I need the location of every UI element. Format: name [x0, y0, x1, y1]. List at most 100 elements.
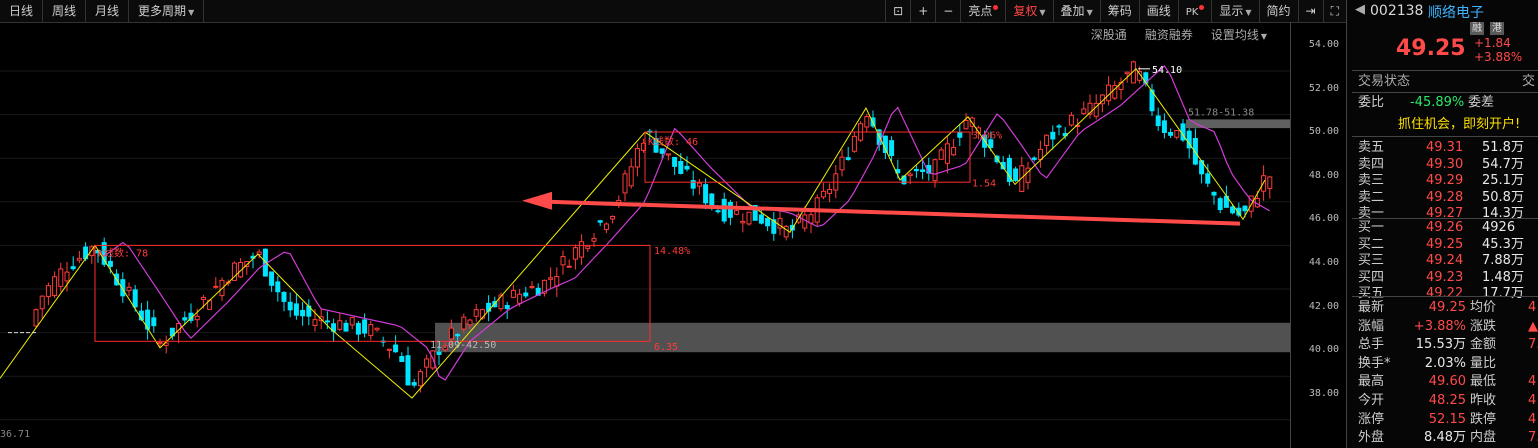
stock-name[interactable]: 顺络电子: [1428, 2, 1484, 22]
highlight-button[interactable]: 亮点: [960, 0, 1005, 22]
chart-subbar: 深股通 融资融券 设置均线 ▼: [1082, 24, 1276, 46]
buy-row[interactable]: 买四 49.23 1.48万: [1358, 269, 1538, 286]
candle-up: [39, 295, 45, 310]
buy-label: 买三: [1358, 253, 1385, 268]
candlestick-chart[interactable]: 54.10 K线数: 78 14.48% 6.35 K线数: 46 3.06% 1.54 11…: [0, 46, 1290, 448]
candle-up: [808, 214, 814, 224]
candle-up: [337, 320, 343, 330]
candle-up: [349, 317, 355, 326]
divider: [1352, 136, 1538, 137]
candle-up: [157, 341, 163, 345]
candle-up: [1044, 134, 1050, 147]
buy-label: 买四: [1358, 269, 1385, 285]
candle-up: [820, 190, 826, 198]
stat-label: 外盘: [1358, 430, 1385, 446]
candle-down: [845, 157, 851, 161]
stat-value: 2.03%: [1424, 355, 1466, 371]
candle-down: [684, 165, 690, 170]
stat-value: 7.0: [1528, 430, 1538, 446]
stat-row: 涨幅 +3.88% 涨跌 ▲: [1358, 318, 1538, 335]
tab-monthly[interactable]: 月线: [86, 0, 130, 22]
sell-row[interactable]: 卖四 49.30 54.7万: [1358, 156, 1538, 173]
more-periods-dropdown[interactable]: 更多周期 ▼: [129, 0, 205, 22]
margin-link[interactable]: 融资融券: [1136, 24, 1202, 46]
stat-value: 7.5: [1528, 337, 1538, 353]
tab-daily[interactable]: 日线: [0, 0, 44, 22]
candle-up: [200, 296, 206, 301]
sell-row[interactable]: 卖三 49.29 25.1万: [1358, 172, 1538, 189]
zoom-in-icon[interactable]: +: [910, 0, 935, 22]
buy-label: 买二: [1358, 236, 1385, 252]
y-tick-label: 42.00: [1308, 300, 1339, 312]
candle-down: [393, 344, 399, 353]
y-tick-label: 38.00: [1308, 387, 1339, 399]
back-icon[interactable]: ◀: [1355, 2, 1365, 17]
collapse-icon[interactable]: ⇥: [1297, 0, 1323, 22]
sell-label: 卖三: [1358, 173, 1385, 188]
candle-up: [1174, 129, 1180, 138]
y-tick-label: 44.00: [1308, 257, 1339, 268]
candle-up: [963, 120, 969, 130]
tab-weekly[interactable]: 周线: [43, 0, 87, 22]
sell-price: 49.29: [1426, 173, 1464, 188]
display-dropdown[interactable]: 显示 ▼: [1211, 0, 1258, 22]
candle-up: [1081, 108, 1087, 115]
candle-up: [696, 182, 702, 187]
stat-value: 4: [1528, 374, 1537, 390]
lock-icon[interactable]: ⊡: [885, 0, 910, 22]
candle-up: [839, 156, 845, 171]
stat-row: 总手 15.53万金额 7.5: [1358, 336, 1538, 353]
candle-down: [324, 320, 330, 323]
stat-label: 内盘: [1470, 430, 1497, 446]
candle-up: [76, 257, 82, 261]
hk-connect-link[interactable]: 深股通: [1082, 24, 1136, 46]
draw-line-button[interactable]: 画线: [1138, 0, 1178, 22]
fullscreen-icon[interactable]: ⛶: [1322, 0, 1346, 22]
candle-down: [405, 355, 411, 386]
chips-button[interactable]: 筹码: [1099, 0, 1139, 22]
buy-row[interactable]: 买一 49.26 4926: [1358, 219, 1538, 236]
simple-mode-button[interactable]: 简约: [1258, 0, 1298, 22]
box-count-label: K线数: 46: [648, 135, 698, 148]
candle-up: [194, 315, 200, 321]
candle-up: [622, 173, 628, 194]
candle-down: [1050, 131, 1056, 140]
buy-row[interactable]: 买三 49.24 7.88万: [1358, 252, 1538, 269]
candle-down: [269, 271, 275, 286]
stat-row: 涨停 52.15 跌停 4: [1358, 411, 1538, 428]
candle-down: [362, 319, 368, 334]
candle-down: [1217, 198, 1223, 211]
open-account-banner[interactable]: 抓住机会，即刻开户!: [1398, 116, 1538, 133]
sell-row[interactable]: 卖五 49.31 51.8万: [1358, 139, 1538, 156]
candle-down: [281, 291, 287, 302]
stat-label: 换手*: [1358, 355, 1391, 371]
candle-up: [951, 147, 957, 156]
candle-up: [312, 319, 318, 326]
candle-down: [920, 169, 926, 172]
zoom-out-icon[interactable]: −: [935, 0, 960, 22]
buy-row[interactable]: 买二 49.25 45.3万: [1358, 236, 1538, 253]
sell-row[interactable]: 卖二 49.28 50.8万: [1358, 189, 1538, 206]
sell-volume: 25.1万: [1482, 173, 1524, 188]
candle-up: [665, 153, 671, 156]
buy-label: 买一: [1358, 220, 1385, 235]
price-axis: 54.00 52.00 50.00 48.00 46.00 44.00 42.00 40.00…: [1290, 22, 1347, 448]
candle-down: [523, 292, 529, 297]
box-count-label: K线数: 78: [98, 246, 148, 259]
pk-button[interactable]: PK: [1177, 0, 1212, 22]
ma-settings-dropdown[interactable]: 设置均线 ▼: [1202, 24, 1276, 46]
band-label: 51.78-51.38: [1188, 108, 1254, 119]
overlay-dropdown[interactable]: 叠加 ▼: [1052, 0, 1100, 22]
restore-dropdown[interactable]: 复权 ▼: [1005, 0, 1052, 22]
candle-up: [461, 316, 467, 330]
candle-up: [603, 223, 609, 231]
candle-down: [275, 281, 281, 293]
candle-down: [678, 161, 684, 174]
candle-up: [585, 245, 591, 249]
trade-status: 交易状态交: [1358, 74, 1536, 89]
candle-up: [33, 309, 39, 327]
stat-value: 48.25: [1428, 393, 1466, 408]
candle-down: [436, 351, 442, 355]
candle-down: [672, 157, 678, 167]
candle-up: [45, 285, 51, 298]
